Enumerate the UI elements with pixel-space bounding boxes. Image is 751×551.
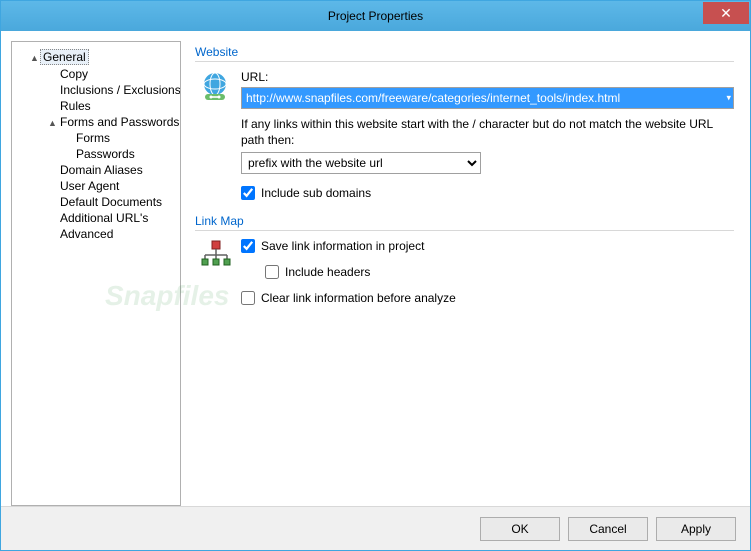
ok-button[interactable]: OK [480,517,560,541]
prefix-description: If any links within this website start w… [241,117,734,148]
tree-item-label: Passwords [74,147,137,161]
cancel-button[interactable]: Cancel [568,517,648,541]
tree-item-label: Copy [58,67,90,81]
tree-item-label: Inclusions / Exclusions [58,83,181,97]
apply-button[interactable]: Apply [656,517,736,541]
tree-item-inclusions-exclusions[interactable]: Inclusions / Exclusions [16,82,176,98]
close-button[interactable]: ✕ [703,2,749,24]
tree-item-general[interactable]: ▲General [16,48,176,66]
tree-item-label: Forms and Passwords [58,115,181,129]
clear-link-info-label[interactable]: Clear link information before analyze [261,291,456,305]
nav-tree: ▲GeneralCopyInclusions / ExclusionsRules… [16,48,176,242]
tree-item-copy[interactable]: Copy [16,66,176,82]
save-link-info-label[interactable]: Save link information in project [261,239,424,253]
tree-item-label: Forms [74,131,112,145]
url-label: URL: [241,70,734,84]
website-section-title: Website [195,45,734,62]
tree-item-label: Rules [58,99,93,113]
tree-item-additional-url-s[interactable]: Additional URL's [16,210,176,226]
include-subdomains-label[interactable]: Include sub domains [261,186,371,200]
caret-icon: ▲ [30,53,40,63]
tree-item-forms[interactable]: Forms [16,130,176,146]
close-icon: ✕ [720,5,732,22]
button-bar: OK Cancel Apply [1,506,750,550]
save-link-info-checkbox[interactable] [241,239,255,253]
url-input[interactable] [241,87,734,109]
tree-item-passwords[interactable]: Passwords [16,146,176,162]
dialog-window: Project Properties ✕ Snapfiles ▲GeneralC… [0,0,751,551]
website-section: URL: ▾ If any links within this website … [195,64,734,214]
tree-item-label: Default Documents [58,195,164,209]
tree-item-forms-and-passwords[interactable]: ▲Forms and Passwords [16,114,176,130]
content-panel: Website URL: [189,41,740,506]
sitemap-icon [199,239,231,305]
caret-icon: ▲ [48,118,58,128]
url-combo[interactable]: ▾ [241,87,734,109]
tree-item-user-agent[interactable]: User Agent [16,178,176,194]
tree-item-advanced[interactable]: Advanced [16,226,176,242]
prefix-select[interactable]: prefix with the website url [241,152,481,174]
linkmap-section-title: Link Map [195,214,734,231]
globe-icon [199,70,231,200]
tree-item-rules[interactable]: Rules [16,98,176,114]
window-title: Project Properties [328,9,423,23]
tree-item-label: Domain Aliases [58,163,145,177]
linkmap-section: Save link information in project Include… [195,233,734,319]
tree-item-label: User Agent [58,179,121,193]
tree-item-domain-aliases[interactable]: Domain Aliases [16,162,176,178]
body-area: Snapfiles ▲GeneralCopyInclusions / Exclu… [1,31,750,506]
titlebar: Project Properties ✕ [1,1,750,31]
include-subdomains-checkbox[interactable] [241,186,255,200]
tree-item-label: Additional URL's [58,211,150,225]
tree-item-label: General [40,49,89,65]
tree-item-label: Advanced [58,227,115,241]
include-headers-label[interactable]: Include headers [285,265,370,279]
nav-tree-panel: ▲GeneralCopyInclusions / ExclusionsRules… [11,41,181,506]
clear-link-info-checkbox[interactable] [241,291,255,305]
tree-item-default-documents[interactable]: Default Documents [16,194,176,210]
include-headers-checkbox[interactable] [265,265,279,279]
